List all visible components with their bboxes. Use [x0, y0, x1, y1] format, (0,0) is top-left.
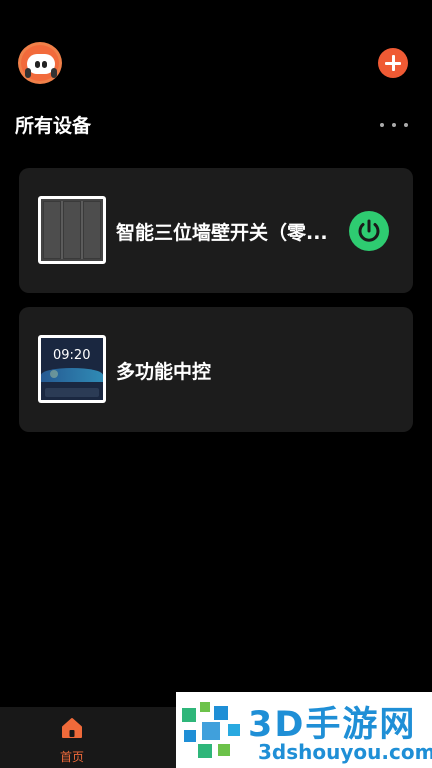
device-image: 09:20 [38, 335, 106, 403]
device-name: 智能三位墙壁开关（零... [116, 222, 328, 244]
device-card[interactable]: 09:20 多功能中控 [19, 307, 413, 432]
device-name: 多功能中控 [116, 361, 212, 383]
robot-avatar-icon [25, 54, 57, 78]
watermark: 3D手游网 3dshouyou.com [176, 692, 432, 768]
tab-home-label[interactable]: 首页 [49, 748, 95, 765]
more-icon[interactable] [380, 118, 408, 132]
watermark-logo-icon [182, 702, 240, 758]
add-device-button[interactable] [378, 48, 408, 78]
home-icon[interactable] [60, 716, 84, 740]
watermark-url: 3dshouyou.com [258, 740, 432, 764]
device-card[interactable]: 智能三位墙壁开关（零... [19, 168, 413, 293]
avatar[interactable] [18, 42, 62, 84]
panel-clock: 09:20 [53, 348, 91, 363]
device-image [38, 196, 106, 264]
power-icon [358, 219, 380, 242]
power-button[interactable] [349, 211, 389, 251]
page-title: 所有设备 [15, 115, 92, 137]
